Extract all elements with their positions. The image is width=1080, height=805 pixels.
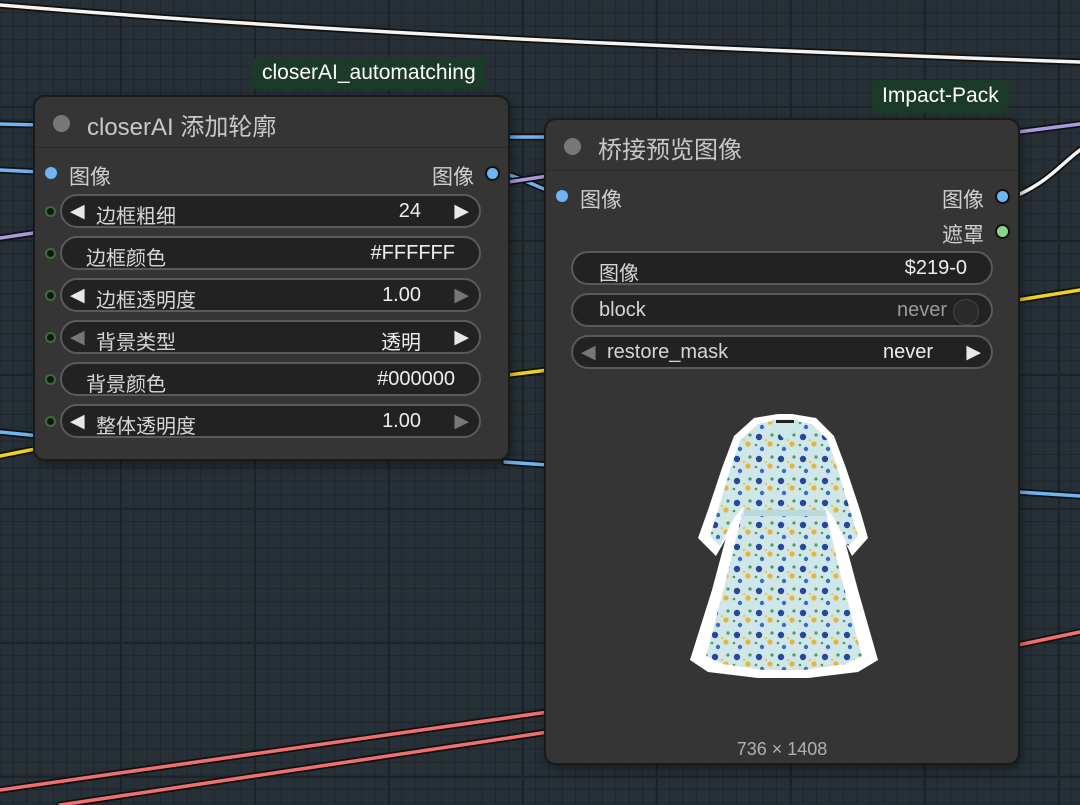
increment-arrow-icon[interactable]: ▶ bbox=[454, 284, 469, 307]
input-port-image[interactable] bbox=[556, 190, 568, 202]
increment-arrow-icon[interactable]: ▶ bbox=[454, 200, 469, 223]
right-node-mask-row: 遮罩 bbox=[546, 217, 1018, 247]
decrement-arrow-icon[interactable]: ◀ bbox=[70, 200, 85, 223]
widget-value: 透明 bbox=[381, 332, 421, 354]
output-label-image: 图像 bbox=[432, 166, 474, 189]
widget-value: 24 bbox=[398, 200, 421, 222]
decrement-arrow-icon[interactable]: ◀ bbox=[70, 284, 85, 307]
toggle-knob-icon[interactable] bbox=[953, 299, 979, 325]
right-node-io-row: 图像 图像 bbox=[546, 182, 1018, 212]
right-node-badge: Impact-Pack bbox=[872, 80, 1009, 113]
restore-mask-widget[interactable]: ◀ restore_mask never ▶ bbox=[571, 335, 993, 369]
widget-label: 整体透明度 bbox=[96, 416, 196, 438]
output-port-image[interactable] bbox=[995, 189, 1010, 204]
widget-label: block bbox=[599, 299, 646, 321]
input-label-image: 图像 bbox=[580, 189, 622, 212]
collapse-dot-icon[interactable] bbox=[53, 115, 70, 132]
widget-label: 边框颜色 bbox=[86, 248, 166, 270]
widget-label: 背景颜色 bbox=[86, 374, 166, 396]
background-type-widget[interactable]: ◀ 背景类型 透明 ▶ bbox=[60, 320, 481, 354]
wire-white-top bbox=[0, 1, 1080, 66]
output-port-image[interactable] bbox=[485, 166, 500, 181]
widget-label: 背景类型 bbox=[96, 332, 176, 354]
right-node-title: 桥接预览图像 bbox=[598, 137, 742, 164]
preview-dimensions: 736 × 1408 bbox=[736, 739, 828, 759]
decrement-arrow-icon[interactable]: ◀ bbox=[70, 410, 85, 433]
widget-value: never bbox=[882, 341, 933, 363]
widget-port-bg-color[interactable] bbox=[45, 374, 56, 385]
left-node-badge: closerAI_automatching bbox=[252, 57, 486, 90]
image-id-widget[interactable]: 图像 $219-0 bbox=[571, 251, 993, 285]
next-arrow-icon[interactable]: ▶ bbox=[966, 341, 981, 364]
floral-dress-image bbox=[690, 414, 878, 678]
block-toggle-widget[interactable]: block never bbox=[571, 293, 993, 327]
previous-arrow-icon[interactable]: ◀ bbox=[581, 341, 596, 364]
left-node[interactable]: closerAI 添加轮廓 图像 图像 ◀ 边框粗细 24 ▶ 边框颜色 #FF… bbox=[35, 97, 508, 459]
collapse-dot-icon[interactable] bbox=[564, 138, 581, 155]
output-label-mask: 遮罩 bbox=[942, 224, 984, 247]
input-label-image: 图像 bbox=[69, 166, 111, 189]
widget-value: $219-0 bbox=[904, 257, 967, 279]
background-color-widget[interactable]: 背景颜色 #000000 bbox=[60, 362, 481, 396]
output-port-mask[interactable] bbox=[995, 224, 1010, 239]
widget-port-border-width[interactable] bbox=[45, 206, 56, 217]
output-label-image: 图像 bbox=[942, 189, 984, 212]
left-node-title: closerAI 添加轮廓 bbox=[87, 114, 277, 141]
widget-port-border-color[interactable] bbox=[45, 248, 56, 259]
previous-arrow-icon[interactable]: ◀ bbox=[70, 326, 85, 349]
border-color-widget[interactable]: 边框颜色 #FFFFFF bbox=[60, 236, 481, 270]
widget-label: 边框透明度 bbox=[96, 290, 196, 312]
widget-value: #000000 bbox=[377, 368, 455, 390]
left-node-io-row: 图像 图像 bbox=[35, 159, 508, 189]
widget-label: restore_mask bbox=[607, 341, 729, 363]
overall-opacity-widget[interactable]: ◀ 整体透明度 1.00 ▶ bbox=[60, 404, 481, 438]
increment-arrow-icon[interactable]: ▶ bbox=[454, 410, 469, 433]
input-port-image[interactable] bbox=[45, 167, 57, 179]
widget-value: 1.00 bbox=[382, 410, 421, 432]
widget-label: 图像 bbox=[599, 263, 639, 285]
widget-port-overall-opacity[interactable] bbox=[45, 416, 56, 427]
widget-port-bg-type[interactable] bbox=[45, 332, 56, 343]
widget-value: 1.00 bbox=[382, 284, 421, 306]
border-opacity-widget[interactable]: ◀ 边框透明度 1.00 ▶ bbox=[60, 278, 481, 312]
right-node-header[interactable]: 桥接预览图像 bbox=[546, 120, 1018, 171]
widget-value: #FFFFFF bbox=[370, 242, 455, 264]
widget-port-border-opacity[interactable] bbox=[45, 290, 56, 301]
widget-value: never bbox=[896, 299, 947, 321]
next-arrow-icon[interactable]: ▶ bbox=[454, 326, 469, 349]
border-width-widget[interactable]: ◀ 边框粗细 24 ▶ bbox=[60, 194, 481, 228]
left-node-header[interactable]: closerAI 添加轮廓 bbox=[35, 97, 508, 148]
widget-label: 边框粗细 bbox=[96, 206, 176, 228]
